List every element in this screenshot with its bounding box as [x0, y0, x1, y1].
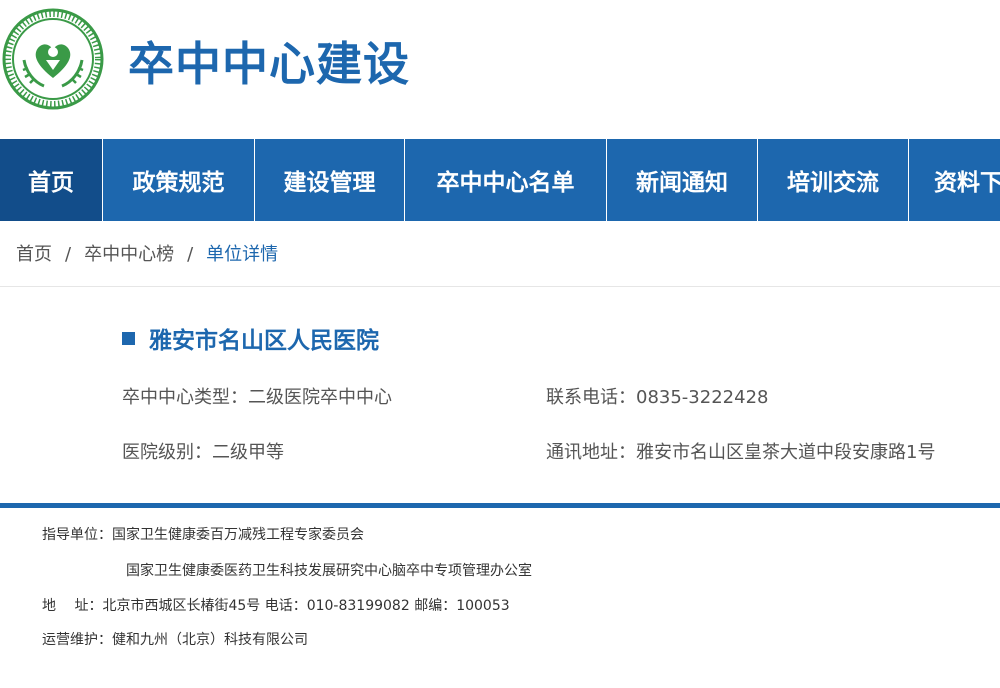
- footer-guide-unit-2: 国家卫生健康委医药卫生科技发展研究中心脑卒中专项管理办公室: [126, 563, 532, 579]
- footer-operator-line: 运营维护：健和九州（北京）科技有限公司: [42, 632, 308, 648]
- footer-divider: [0, 503, 1000, 508]
- nav-item-home[interactable]: 首页: [0, 139, 103, 221]
- breadcrumb-list-link[interactable]: 卒中中心榜: [84, 244, 174, 265]
- footer-guide-line: 指导单位：国家卫生健康委百万减残工程专家委员会: [42, 524, 364, 544]
- site-header: 卒中中心建设: [0, 0, 1000, 139]
- site-title: 卒中中心建设: [128, 37, 410, 91]
- breadcrumb-divider: [0, 286, 1000, 287]
- nav-item-training[interactable]: 培训交流: [758, 139, 909, 221]
- nav-item-construction[interactable]: 建设管理: [255, 139, 405, 221]
- mailing-address: 通讯地址：雅安市名山区皇茶大道中段安康路1号: [546, 442, 936, 463]
- nav-item-news[interactable]: 新闻通知: [607, 139, 758, 221]
- footer-guide-label: 指导单位：: [42, 527, 112, 543]
- center-type: 卒中中心类型：二级医院卒中中心: [122, 387, 392, 408]
- breadcrumb: 首页 / 卒中中心榜 / 单位详情: [16, 240, 278, 266]
- breadcrumb-current: 单位详情: [206, 244, 279, 265]
- committee-emblem-logo-icon[interactable]: [2, 8, 104, 110]
- hospital-name: 雅安市名山区人民医院: [122, 321, 379, 355]
- hospital-level: 医院级别：二级甲等: [122, 442, 284, 463]
- nav-item-center-list[interactable]: 卒中中心名单: [405, 139, 607, 221]
- hospital-name-text: 雅安市名山区人民医院: [149, 328, 379, 354]
- nav-item-resources[interactable]: 资料下: [909, 139, 1000, 221]
- main-nav: 首页 政策规范 建设管理 卒中中心名单 新闻通知 培训交流 资料下: [0, 139, 1000, 221]
- footer-address-line: 地 址：北京市西城区长椿街45号 电话：010-83199082 邮编：1000…: [42, 598, 510, 614]
- nav-item-policy[interactable]: 政策规范: [103, 139, 255, 221]
- breadcrumb-separator: /: [65, 244, 72, 265]
- breadcrumb-separator: /: [187, 244, 194, 265]
- contact-phone: 联系电话：0835-3222428: [546, 387, 769, 408]
- square-bullet-icon: [122, 332, 135, 345]
- footer-guide-unit-1: 国家卫生健康委百万减残工程专家委员会: [112, 527, 364, 543]
- breadcrumb-home-link[interactable]: 首页: [16, 244, 52, 265]
